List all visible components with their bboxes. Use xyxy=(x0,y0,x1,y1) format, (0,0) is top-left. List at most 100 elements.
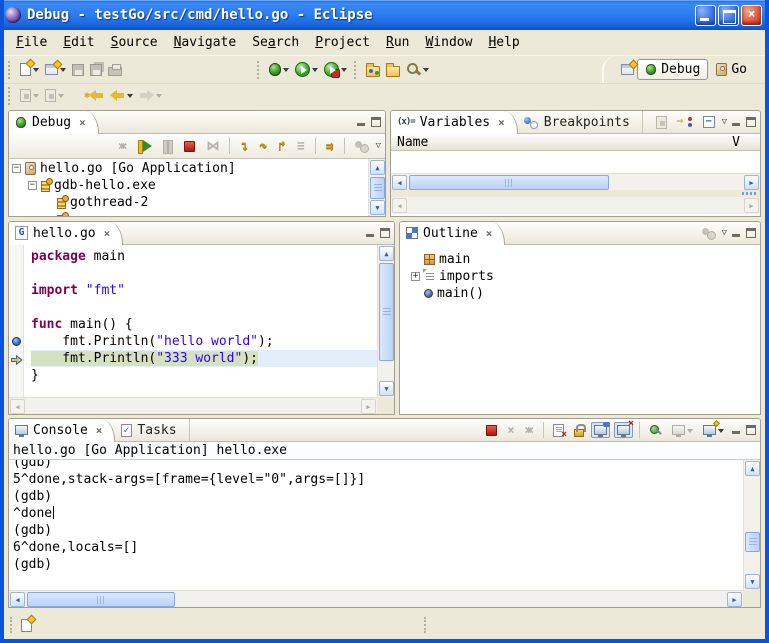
open-perspective-button[interactable] xyxy=(618,61,637,78)
show-stdout-button[interactable] xyxy=(591,422,610,438)
forward-button[interactable] xyxy=(136,87,165,104)
maximize-window-button[interactable] xyxy=(718,5,739,26)
perspective-go-button[interactable]: Go xyxy=(708,59,755,80)
maximize-view-button[interactable] xyxy=(746,228,756,238)
scroll-thumb[interactable] xyxy=(379,263,394,361)
close-icon[interactable]: × xyxy=(486,227,493,240)
scroll-down-arrow[interactable]: ▼ xyxy=(379,381,394,396)
last-edit-location-button[interactable]: ✱ xyxy=(81,87,107,104)
open-type-button[interactable] xyxy=(363,60,383,80)
close-icon[interactable]: × xyxy=(104,227,111,240)
show-stderr-button[interactable]: × xyxy=(614,422,633,438)
toolbar-grip[interactable] xyxy=(8,61,13,79)
tab-variables[interactable]: (x)= Variables × xyxy=(391,111,518,134)
use-step-filters-button[interactable]: ⇉ xyxy=(323,137,337,156)
scroll-up-arrow[interactable]: ▲ xyxy=(745,461,760,476)
new-wizard-button[interactable] xyxy=(42,61,69,78)
menu-source[interactable]: Source xyxy=(103,33,166,52)
save-all-button[interactable] xyxy=(87,61,105,79)
clear-console-button[interactable] xyxy=(550,421,567,440)
disconnect-button[interactable]: ⋈ xyxy=(203,137,222,156)
scroll-lock-button[interactable] xyxy=(571,421,587,440)
tree-expander-icon[interactable]: − xyxy=(12,164,21,173)
previous-annotation-button[interactable] xyxy=(42,86,67,105)
scroll-down-arrow[interactable]: ▼ xyxy=(370,200,385,215)
variables-table[interactable] xyxy=(391,151,760,173)
close-icon[interactable]: × xyxy=(79,116,86,129)
variables-column-header[interactable]: Name V xyxy=(391,134,760,151)
scroll-thumb[interactable] xyxy=(27,592,175,607)
search-button[interactable] xyxy=(403,59,432,80)
scroll-left-arrow[interactable]: ◀ xyxy=(10,592,25,607)
scroll-up-arrow[interactable]: ▲ xyxy=(370,160,385,175)
tree-expander-icon[interactable]: − xyxy=(28,181,37,190)
step-into-button[interactable]: ↴ xyxy=(237,137,251,156)
scroll-right-arrow[interactable]: ▶ xyxy=(727,592,742,607)
toolbar-grip[interactable] xyxy=(354,61,359,79)
outline-tree-item[interactable]: +imports xyxy=(408,268,760,285)
toolbar-grip[interactable] xyxy=(257,61,262,79)
menu-navigate[interactable]: Navigate xyxy=(166,33,245,52)
console-output[interactable]: (gdb)5^done,stack-args=[frame={level="0"… xyxy=(9,460,743,590)
minimize-window-button[interactable] xyxy=(695,5,716,26)
editor-vertical-scrollbar[interactable]: ▲ ▼ xyxy=(377,245,394,397)
scroll-thumb[interactable] xyxy=(745,532,760,552)
outline-tree-item[interactable]: main xyxy=(408,251,760,268)
view-menu-button[interactable]: ▽ xyxy=(722,118,727,127)
debug-launch-button[interactable] xyxy=(266,60,292,79)
close-icon[interactable]: × xyxy=(96,424,103,437)
step-over-button[interactable]: ↷ xyxy=(256,137,270,156)
tab-outline[interactable]: Outline × xyxy=(400,222,505,245)
scroll-right-arrow[interactable]: ▶ xyxy=(744,175,759,190)
outline-tree-item[interactable]: main() xyxy=(408,285,760,302)
toolbar-grip[interactable] xyxy=(8,87,13,105)
tab-breakpoints[interactable]: Breakpoints xyxy=(518,111,643,134)
save-button[interactable] xyxy=(69,61,87,79)
menu-file[interactable]: File xyxy=(8,33,55,52)
editor-ruler[interactable] xyxy=(9,245,24,397)
variables-horizontal-scrollbar[interactable]: ◀ ▶ xyxy=(391,173,760,190)
minimize-view-button[interactable] xyxy=(365,229,376,238)
tab-debug[interactable]: Debug × xyxy=(9,111,99,134)
external-tools-button[interactable] xyxy=(321,59,350,80)
tab-tasks[interactable]: Tasks xyxy=(115,419,189,442)
detail-pane-sash[interactable] xyxy=(391,190,760,197)
view-menu-button[interactable]: ▽ xyxy=(376,142,381,151)
tab-hello-go[interactable]: G hello.go × xyxy=(9,222,123,245)
debug-vertical-scrollbar[interactable]: ▲ ▼ xyxy=(368,159,385,216)
drop-to-frame-button[interactable]: ≡ xyxy=(294,137,308,156)
title-bar[interactable]: Debug - testGo/src/cmd/hello.go - Eclips… xyxy=(0,0,769,30)
menu-run[interactable]: Run xyxy=(378,33,417,52)
terminate-button[interactable] xyxy=(483,422,500,439)
new-button[interactable] xyxy=(17,60,42,79)
debug-misc-button[interactable] xyxy=(352,138,371,154)
minimize-view-button[interactable] xyxy=(356,118,367,127)
show-logical-structures-button[interactable] xyxy=(674,113,696,131)
open-console-button[interactable] xyxy=(700,422,727,439)
maximize-view-button[interactable] xyxy=(380,228,390,238)
menu-edit[interactable]: Edit xyxy=(55,33,102,52)
suspend-button[interactable] xyxy=(160,137,176,155)
minimize-view-button[interactable] xyxy=(731,229,742,238)
tab-console[interactable]: Console × xyxy=(9,419,115,442)
menu-window[interactable]: Window xyxy=(417,33,480,52)
maximize-view-button[interactable] xyxy=(746,425,756,435)
minimize-view-button[interactable] xyxy=(731,426,742,435)
remove-all-terminated-button[interactable]: ×× xyxy=(522,421,537,439)
next-annotation-button[interactable] xyxy=(17,86,42,105)
debug-tree-item[interactable]: −hello.go [Go Application] xyxy=(9,160,368,177)
column-name[interactable]: Name xyxy=(397,135,428,150)
maximize-view-button[interactable] xyxy=(371,117,381,127)
debug-tree-item[interactable] xyxy=(9,211,368,216)
view-menu-button[interactable]: ▽ xyxy=(722,229,727,238)
run-launch-button[interactable] xyxy=(292,59,321,80)
step-return-button[interactable]: ↱ xyxy=(275,137,289,156)
remove-all-terminated-button[interactable]: ×× xyxy=(115,137,130,155)
scroll-up-arrow[interactable]: ▲ xyxy=(379,246,394,261)
back-button[interactable] xyxy=(107,87,136,104)
scroll-down-arrow[interactable]: ▼ xyxy=(745,574,760,589)
display-selected-console-button[interactable] xyxy=(669,422,696,439)
fast-view-icon[interactable] xyxy=(21,619,32,632)
debug-tree-item[interactable]: gothread-2 xyxy=(9,194,368,211)
menu-project[interactable]: Project xyxy=(307,33,378,52)
